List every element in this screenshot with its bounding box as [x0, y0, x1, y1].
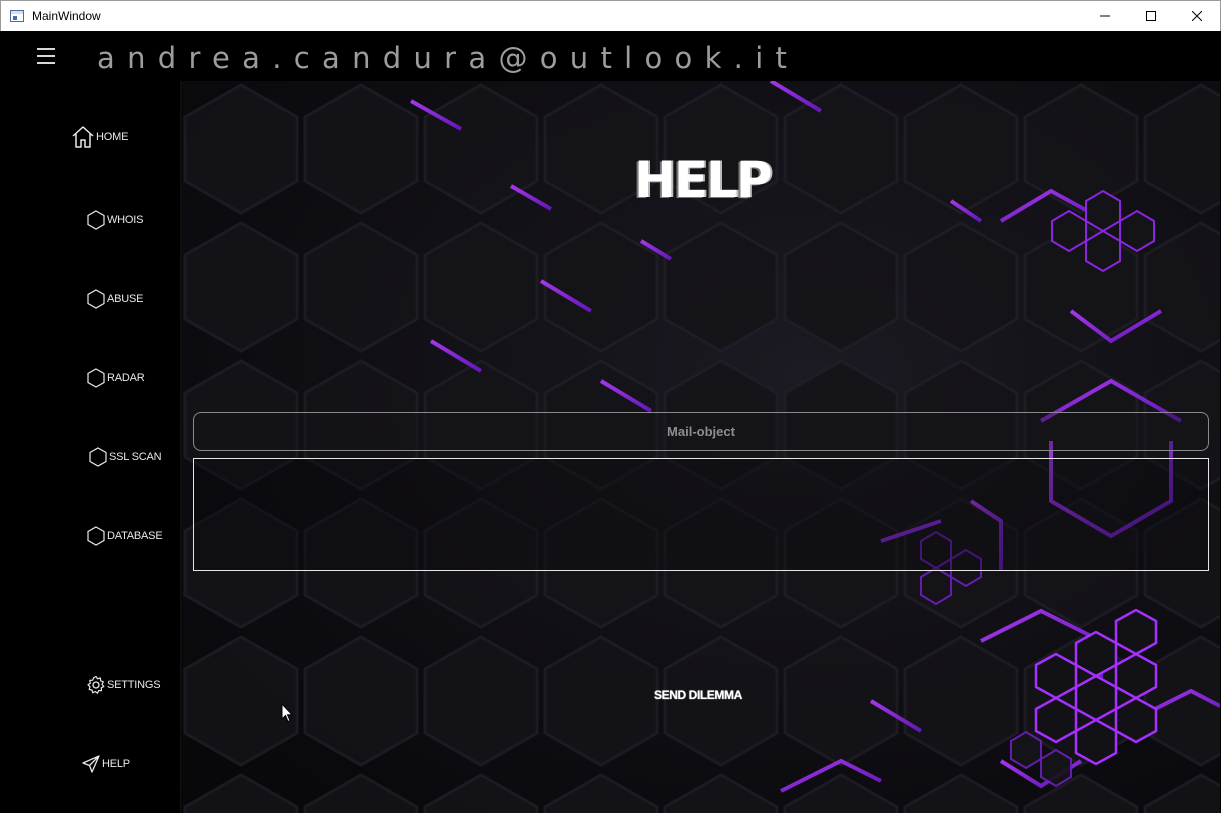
sidebar: HOME WHOIS ABUSE RADAR SSL SCAN DATABASE… [1, 81, 181, 813]
sidebar-item-label: ABUSE [107, 293, 144, 305]
gear-icon [87, 675, 105, 694]
hamburger-line [37, 48, 55, 50]
mail-body-textarea[interactable] [193, 458, 1209, 571]
maximize-button[interactable] [1128, 1, 1174, 31]
send-dilemma-button[interactable]: SEND DILEMMA [654, 688, 742, 702]
sidebar-item-ssl-scan[interactable]: SSL SCAN [88, 447, 162, 467]
hexagon-icon [87, 368, 105, 388]
hamburger-line [37, 62, 55, 64]
sidebar-item-label: WHOIS [107, 214, 144, 226]
mouse-cursor-icon [281, 703, 293, 723]
hexagon-icon [87, 289, 105, 309]
sidebar-item-home[interactable]: HOME [71, 125, 128, 149]
page-title: HELP [634, 151, 773, 209]
sidebar-item-database[interactable]: DATABASE [86, 526, 163, 546]
sidebar-item-radar[interactable]: RADAR [86, 368, 145, 388]
main-content: HELP SEND DILEMMA [181, 81, 1220, 813]
mail-object-input[interactable] [193, 412, 1209, 451]
home-icon [72, 126, 94, 148]
sidebar-item-whois[interactable]: WHOIS [86, 210, 143, 230]
sidebar-item-label: DATABASE [107, 530, 163, 542]
window-titlebar: MainWindow [0, 0, 1221, 31]
sidebar-item-label: HELP [102, 758, 130, 770]
send-icon [82, 755, 100, 773]
app-header: andrea.candura@outlook.it [1, 31, 1220, 81]
sidebar-item-label: SSL SCAN [109, 451, 162, 463]
user-email: andrea.candura@outlook.it [97, 41, 800, 75]
maximize-icon [1146, 11, 1156, 21]
sidebar-item-abuse[interactable]: ABUSE [86, 289, 143, 309]
hamburger-line [37, 55, 55, 57]
hexagon-icon [87, 526, 105, 546]
close-button[interactable] [1174, 1, 1220, 31]
menu-toggle-button[interactable] [37, 48, 55, 64]
sidebar-item-settings[interactable]: SETTINGS [86, 675, 161, 695]
hexagon-icon [87, 210, 105, 230]
close-icon [1192, 11, 1202, 21]
sidebar-item-label: SETTINGS [107, 679, 161, 691]
sidebar-item-help[interactable]: HELP [81, 754, 130, 774]
window-controls [1082, 1, 1220, 31]
app-window-icon [10, 10, 24, 22]
sidebar-item-label: HOME [96, 131, 129, 143]
hexagon-icon [89, 447, 107, 467]
minimize-button[interactable] [1082, 1, 1128, 31]
minimize-icon [1100, 15, 1110, 17]
window-title: MainWindow [32, 9, 101, 23]
sidebar-item-label: RADAR [107, 372, 145, 384]
